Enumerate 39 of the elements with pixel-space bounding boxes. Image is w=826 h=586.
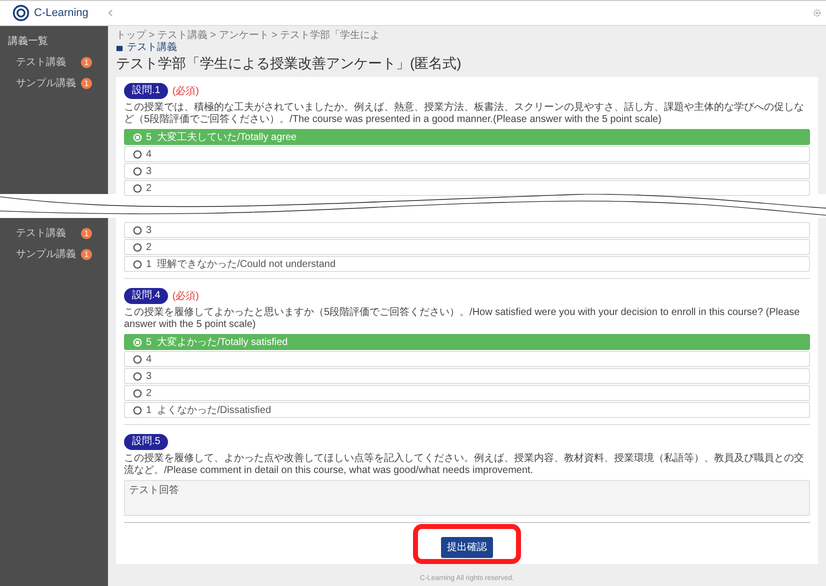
question-number-badge: 設問.5 xyxy=(124,434,168,450)
question-text: この授業を履修して、よかった点や改善してほしい点等を記入してください。例えば、授業内容、教材資料、授業環境（私語等）、教員及び職員との交流など。/Please comment in detail on this course, what was good/what needs improvement. xyxy=(124,453,805,477)
answer-option[interactable]: 3 xyxy=(124,163,810,179)
answer-option[interactable]: 1 理解できなかった/Could not understand xyxy=(124,256,810,272)
count-badge: 1 xyxy=(81,228,92,239)
answer-option[interactable]: 2 xyxy=(124,385,810,401)
breadcrumb: トップ > テスト講義 > アンケート > テスト学部「学生によ xyxy=(116,30,382,42)
collapse-icon[interactable] xyxy=(108,9,113,17)
book-icon xyxy=(116,44,123,52)
answer-option[interactable]: 4 xyxy=(124,351,810,367)
answer-option[interactable]: 3 xyxy=(124,222,810,238)
count-badge: 1 xyxy=(81,57,92,68)
logo-icon xyxy=(12,4,30,22)
question-text: この授業を履修してよかったと思いますか（5段階評価でご回答ください）。/How satisfied were you with your decision to enroll in this course? (Please answer with the 5 point scale) xyxy=(124,307,801,331)
sidebar-heading: 講義一覧 xyxy=(7,34,49,49)
question-text: この授業では、積極的な工夫がされていましたか。例えば、熱意、授業方法、板書法、スクリーンの見やすさ、話し方、課題や主体的な学びへの促しなど（5段階評価でご回答ください）。/The course was presented in a good manner.(Please answer with the 5 point scale) xyxy=(124,102,805,126)
required-label: (必須) xyxy=(172,290,200,304)
sidebar-item[interactable]: テスト講義 xyxy=(16,55,66,70)
radio-checked-icon xyxy=(133,338,142,346)
comment-field[interactable]: テスト回答 xyxy=(124,480,810,516)
sidebar-item[interactable]: サンプル講義 xyxy=(16,76,76,91)
radio-checked-icon xyxy=(133,132,142,142)
answer-option[interactable]: 4 xyxy=(124,146,810,162)
answer-option[interactable]: 3 xyxy=(124,368,810,384)
answer-option[interactable]: 2 xyxy=(124,239,810,255)
count-badge: 1 xyxy=(81,249,92,260)
sidebar-item[interactable]: テスト講義 xyxy=(16,226,66,241)
question-number-badge: 設問.1 xyxy=(124,83,168,99)
page-title: テスト学部「学生による授業改善アンケート」(匿名式) xyxy=(116,54,462,73)
required-label: (必須) xyxy=(172,84,200,98)
count-badge: 1 xyxy=(81,78,92,89)
answer-option[interactable]: 2 xyxy=(124,180,810,196)
question-number-badge: 設問.4 xyxy=(124,288,168,304)
logo-text: C-Learning xyxy=(34,6,88,21)
answer-option[interactable]: 1 よくなかった/Dissatisfied xyxy=(124,402,810,418)
course-label: テスト講義 xyxy=(127,42,177,54)
settings-icon[interactable] xyxy=(812,7,822,19)
sidebar-item[interactable]: サンプル講義 xyxy=(16,247,76,262)
submit-button[interactable]: 提出確認 xyxy=(441,537,493,558)
